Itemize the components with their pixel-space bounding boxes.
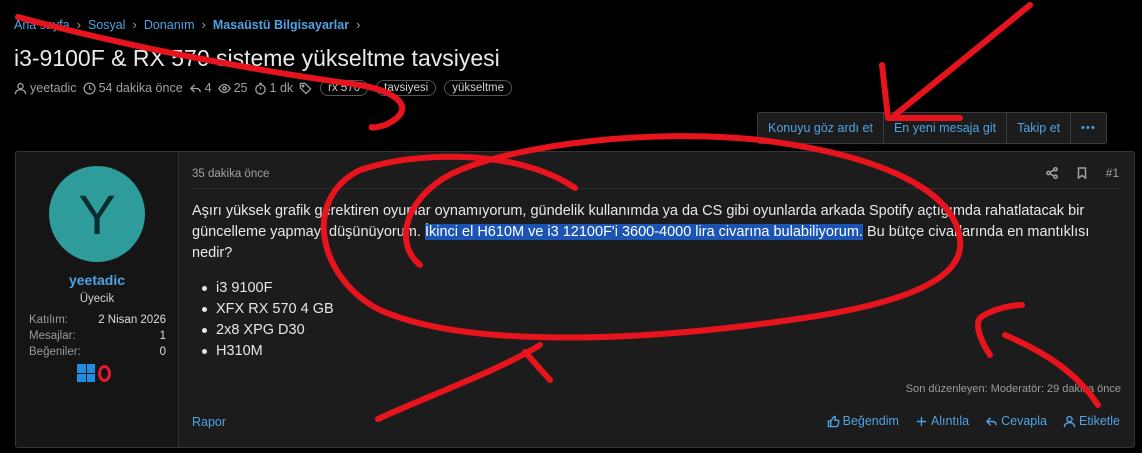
- stat-likes: Beğeniler: 0: [29, 344, 166, 360]
- thumbs-up-icon: [827, 415, 840, 427]
- opera-icon: [98, 364, 111, 382]
- stat-label: Mesajlar:: [29, 330, 76, 342]
- user-name[interactable]: yeetadic: [16, 272, 178, 288]
- plus-icon: [916, 416, 927, 426]
- tag-icon: [299, 82, 312, 95]
- thread-read-time: 1 dk: [254, 81, 294, 95]
- tag-rx570[interactable]: rx 570: [320, 80, 369, 96]
- stat-messages: Mesajlar: 1: [29, 328, 166, 344]
- stat-label: Katılım:: [29, 314, 68, 326]
- reply-icon: [189, 83, 201, 93]
- post-number[interactable]: #1: [1106, 166, 1119, 180]
- breadcrumb-social[interactable]: Sosyal: [88, 18, 126, 32]
- like-button[interactable]: Beğendim: [827, 414, 899, 428]
- stat-value: 2 Nisan 2026: [98, 314, 166, 326]
- post-time[interactable]: 35 dakika önce: [192, 168, 269, 180]
- clock-icon: [83, 81, 96, 95]
- breadcrumb-hardware[interactable]: Donanım: [144, 18, 195, 32]
- breadcrumb-separator: ›: [132, 17, 137, 32]
- breadcrumb-desktops[interactable]: Masaüstü Bilgisayarlar: [213, 18, 349, 32]
- post-body: Aşırı yüksek grafik gerektiren oyunlar o…: [192, 201, 1112, 264]
- quote-button[interactable]: Alıntıla: [915, 414, 969, 428]
- thread-views-count: 25: [233, 81, 248, 95]
- thread-author-link[interactable]: yeetadic: [30, 81, 77, 95]
- eye-icon: [217, 83, 231, 93]
- stat-joined: Katılım: 2 Nisan 2026: [29, 312, 166, 328]
- list-item: XFX RX 570 4 GB: [202, 299, 334, 320]
- thread-replies-count: 4: [204, 81, 212, 95]
- thread-meta: yeetadic 54 dakika önce 4 25 1 dk rx 570…: [14, 80, 513, 96]
- user-title: Üyecik: [79, 293, 115, 305]
- thread-time: 54 dakika önce: [83, 81, 183, 95]
- scribble-arrow-top-right: [879, 2, 1033, 121]
- post-text-highlighted: İkinci el H610M ve i3 12100F'i 3600-4000…: [424, 224, 863, 240]
- reply-icon: [985, 416, 997, 426]
- reply-label: Cevapla: [1001, 414, 1047, 428]
- tag-yukseltme[interactable]: yükseltme: [444, 80, 513, 96]
- list-item: H310M: [202, 341, 334, 362]
- scribble-arrow-top-left: [15, 14, 406, 131]
- page-title: i3-9100F & RX 570 sisteme yükseltme tavs…: [14, 45, 500, 71]
- tag-user-label: Etiketle: [1079, 414, 1120, 428]
- stopwatch-icon: [254, 82, 266, 95]
- tag-tavsiyesi[interactable]: tavsiyesi: [376, 80, 437, 96]
- stat-value: 0: [159, 346, 166, 358]
- breadcrumb-separator: ›: [356, 17, 361, 32]
- list-item: 2x8 XPG D30: [202, 320, 334, 341]
- windows-icon: [77, 364, 95, 382]
- user-icon: [1063, 415, 1076, 427]
- thread-actions: Konuyu göz ardı et En yeni mesaja git Ta…: [757, 112, 1107, 144]
- share-icon[interactable]: [1045, 167, 1058, 179]
- spec-list: i3 9100F XFX RX 570 4 GB 2x8 XPG D30 H31…: [202, 278, 334, 362]
- list-item: i3 9100F: [202, 278, 334, 299]
- user-panel: Y yeetadic Üyecik Katılım: 2 Nisan 2026 …: [16, 152, 179, 447]
- thread-read-time-text: 1 dk: [269, 81, 294, 95]
- bookmark-icon[interactable]: [1076, 167, 1088, 179]
- stat-value: 1: [159, 330, 166, 342]
- report-button[interactable]: Rapor: [192, 415, 226, 429]
- newest-message-button[interactable]: En yeni mesaja git: [884, 113, 1008, 143]
- thread-views: 25: [217, 81, 248, 95]
- stat-label: Beğeniler:: [29, 346, 81, 358]
- user-badges: [77, 364, 111, 382]
- breadcrumb: Ana sayfa › Sosyal › Donanım › Masaüstü …: [14, 17, 360, 32]
- user-stats: Katılım: 2 Nisan 2026 Mesajlar: 1 Beğeni…: [29, 312, 166, 360]
- reply-button[interactable]: Cevapla: [985, 414, 1047, 428]
- breadcrumb-home[interactable]: Ana sayfa: [14, 18, 70, 32]
- tag-user-button[interactable]: Etiketle: [1063, 414, 1120, 428]
- thread-time-text: 54 dakika önce: [98, 81, 183, 95]
- more-options-button[interactable]: •••: [1071, 113, 1106, 143]
- user-icon: [14, 82, 27, 94]
- thread-replies: 4: [189, 81, 212, 95]
- thread-author: yeetadic: [14, 81, 77, 95]
- like-label: Beğendim: [842, 414, 899, 428]
- quote-label: Alıntıla: [930, 414, 970, 428]
- follow-button[interactable]: Takip et: [1007, 113, 1072, 143]
- message: 35 dakika önce #1 Aşırı yüksek grafik ge…: [179, 152, 1134, 447]
- ignore-thread-button[interactable]: Konuyu göz ardı et: [758, 113, 884, 143]
- divider: [192, 188, 1121, 189]
- edited-note: Son düzenleyen: Moderatör: 29 dakika önc…: [905, 383, 1121, 395]
- breadcrumb-separator: ›: [201, 17, 206, 32]
- avatar[interactable]: Y: [49, 166, 145, 262]
- post-tools: #1: [1045, 166, 1119, 180]
- post-footer-actions: Beğendim Alıntıla Cevapla Etiketle: [827, 414, 1120, 428]
- post: Y yeetadic Üyecik Katılım: 2 Nisan 2026 …: [15, 151, 1135, 448]
- breadcrumb-separator: ›: [76, 17, 81, 32]
